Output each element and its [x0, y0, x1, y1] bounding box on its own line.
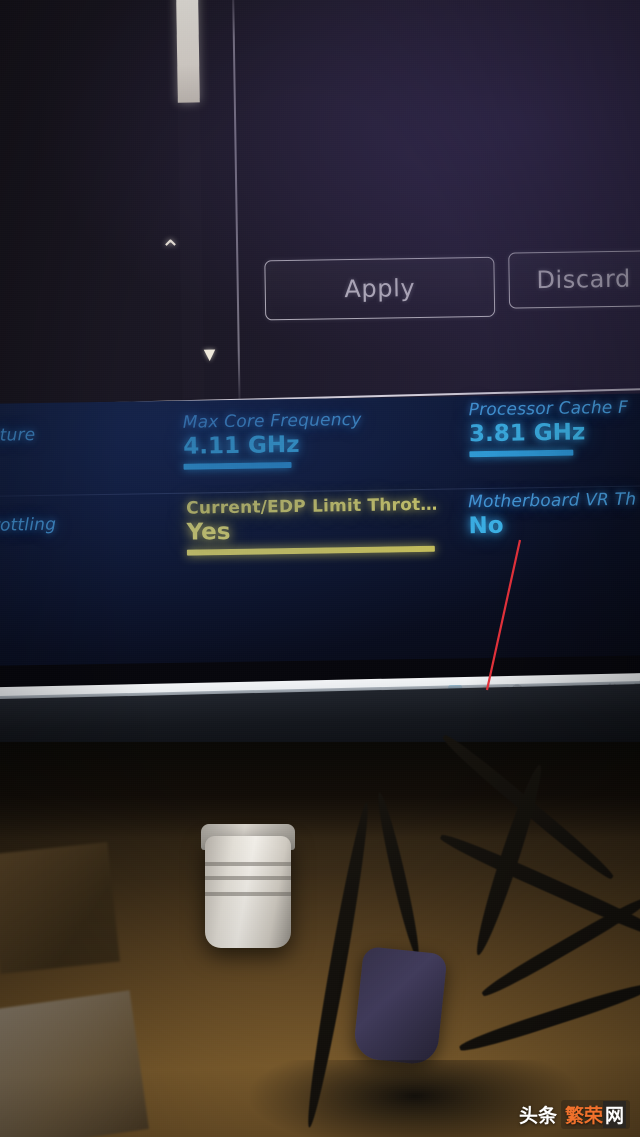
metric-value: [0, 536, 56, 538]
metric-value: 3.81 GHz: [468, 419, 586, 448]
metric-motherboard-vr-throttling[interactable]: Motherboard VR Th No: [468, 490, 637, 540]
desk-object-left: [0, 842, 120, 974]
chevron-up-icon[interactable]: ⌃: [160, 235, 181, 264]
scrollbar-track[interactable]: [178, 100, 205, 400]
scrollbar-thumb[interactable]: [175, 0, 200, 103]
metric-processor-cache-frequency[interactable]: Processor Cache F 3.81 GHz: [468, 397, 629, 458]
discard-button[interactable]: Discard: [508, 250, 640, 309]
apply-button[interactable]: Apply: [264, 256, 496, 321]
metric-label: … Throttling: [0, 514, 57, 537]
vga-connector: [352, 945, 448, 1067]
metric-value: 4.11 GHz: [183, 431, 300, 460]
metric-underline-bar: [186, 545, 435, 556]
metric-value: No: [468, 512, 504, 540]
metric-package-temperature[interactable]: …perature: [0, 425, 36, 447]
watermark-prefix: 头条: [518, 1105, 557, 1127]
metric-label: Max Core Frequency: [182, 409, 362, 433]
metric-label: …perature: [0, 425, 36, 447]
metric-value: [0, 446, 36, 447]
metric-label: Motherboard VR Th: [467, 489, 637, 513]
xtu-tuning-panel: ⌃ ▼ Apply Discard: [0, 0, 640, 416]
metric-underline-bar: [469, 449, 574, 458]
watermark-badge: 繁荣网: [560, 1100, 630, 1129]
monitoring-row-divider: [0, 484, 640, 497]
metric-underline-bar: [183, 462, 292, 470]
metric-value: Yes: [186, 518, 231, 546]
metric-max-core-frequency[interactable]: Max Core Frequency 4.11 GHz: [183, 410, 363, 470]
watermark: 头条 繁荣网: [519, 1100, 630, 1129]
white-bottle: [205, 836, 291, 948]
panel-divider: [231, 0, 241, 402]
chevron-down-icon[interactable]: ▼: [204, 345, 216, 363]
watermark-brand: 繁荣: [564, 1105, 603, 1127]
action-button-row: Apply Discard: [264, 250, 640, 321]
monitor-screen: ⌃ ▼ Apply Discard …perature … Throttling…: [0, 0, 640, 704]
metric-label: Current/EDP Limit Throt…: [186, 494, 438, 519]
photo-canvas: ⌃ ▼ Apply Discard …perature … Throttling…: [0, 0, 640, 1137]
metric-label: Processor Cache F: [468, 397, 629, 421]
watermark-brand-suffix: 网: [602, 1101, 626, 1128]
plastic-bag: [0, 990, 150, 1137]
metric-thermal-throttling[interactable]: … Throttling: [0, 515, 56, 538]
xtu-monitoring-panel: …perature … Throttling Max Core Frequenc…: [0, 392, 640, 666]
metric-current-edp-limit-throttling[interactable]: Current/EDP Limit Throt… Yes: [186, 495, 438, 556]
